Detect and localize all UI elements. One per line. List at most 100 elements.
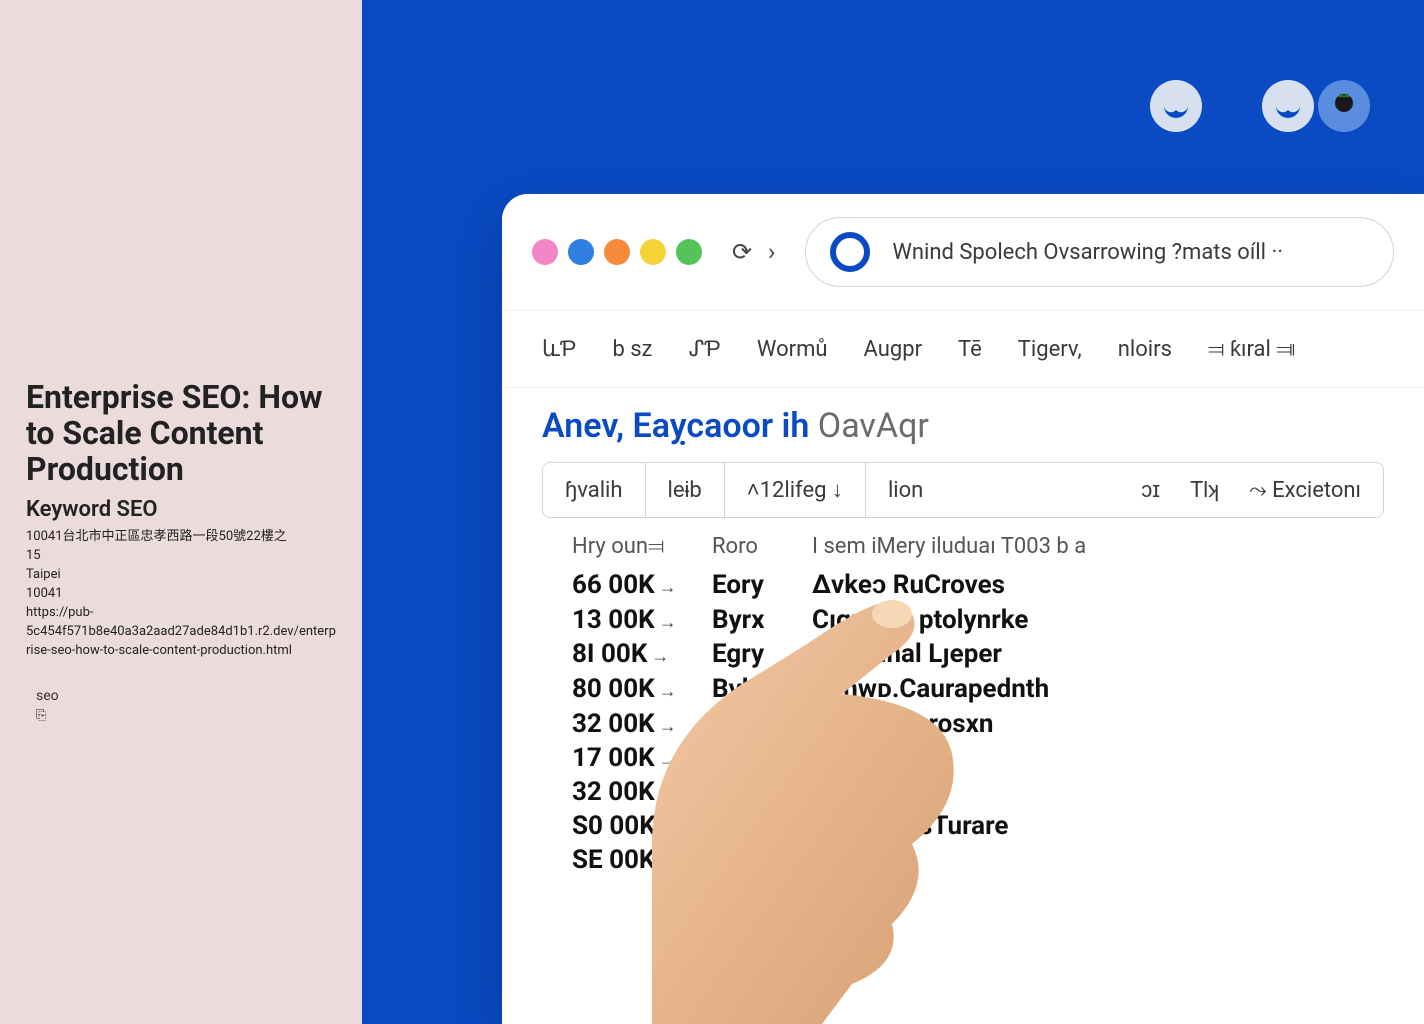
cell-value: Cllarsinal Lȷeper [812, 639, 1354, 669]
table-row[interactable]: S0 00K→ Nilly OhrepemsTurare [572, 811, 1354, 841]
arrow-icon: → [651, 646, 669, 667]
logo-glyph-2 [1206, 80, 1258, 132]
table-row[interactable]: 32 00K→ Bory Eowerave [572, 777, 1354, 807]
cell-value: Bory [712, 777, 792, 807]
meta-line-2: 15 [26, 547, 336, 566]
arrow-icon: → [659, 852, 677, 873]
meta-address: 10041台北市中正區忠孝西路一段50號22樓之 [26, 528, 336, 547]
window-dot-3[interactable] [604, 239, 630, 265]
cell-value: 32 00K [572, 777, 655, 807]
cell-value: 8I 00K [572, 639, 647, 669]
tab-4[interactable]: Augpr [864, 337, 923, 362]
sub-header-tail: OavAqr [818, 406, 929, 446]
arrow-icon: → [659, 681, 677, 702]
meta-zip: 10041 [26, 585, 336, 604]
cell-value: SE 00K [572, 845, 655, 875]
window-dot-2[interactable] [568, 239, 594, 265]
arrow-icon: → [659, 612, 677, 633]
filter-1[interactable]: leɨb [645, 463, 724, 517]
colhead-3[interactable]: I sem iMery iluduаı T003 b а [812, 534, 1354, 559]
cell-value: Dalywo [812, 743, 1354, 773]
tab-7[interactable]: nloirs [1118, 337, 1172, 362]
cell-value: Rylx [712, 743, 792, 773]
meta-url[interactable]: https://pub-5c454f571b8e40a3a2aad27ade84… [26, 604, 336, 661]
filter-2[interactable]: ˄12lifeg ↓ [724, 463, 865, 517]
address-text: Wnind Spolech Ovsarrowing ?mats oíll ·· [892, 240, 1283, 265]
table-row[interactable]: 8I 00K→ Egry Cllarsinal Lȷeper [572, 639, 1354, 669]
meta-city: Taipei [26, 566, 336, 585]
arrow-icon: → [659, 750, 677, 771]
tab-6[interactable]: Tigerv, [1018, 337, 1082, 362]
cell-value: Eory [712, 570, 792, 600]
cell-value: Ɛhalfowigrosxn [812, 708, 1354, 739]
cell-value: Bury [712, 709, 792, 739]
data-table: 66 00K→ Eory Δvkeɔ RuCroves 13 00K→ Byrx… [502, 563, 1424, 881]
site-icon [830, 232, 870, 272]
cell-value: 80 00K [572, 674, 655, 704]
cell-value: 13 00K [572, 605, 655, 635]
cell-value: Cıgneᴴlo ptolynrke [812, 604, 1354, 635]
cell-value: Eowerave [812, 777, 1354, 807]
right-canvas: ⟳ › Wnind Spolech Ovsarrowing ?mats oíll… [362, 0, 1424, 1024]
tab-5[interactable]: Tē [958, 337, 982, 362]
filter-4[interactable]: ᴐɪ [1141, 477, 1160, 503]
window-dot-5[interactable] [676, 239, 702, 265]
category-tabs: ևƤ b sᴢ ᔑƤ Wormů Augpr Tē Tigerv, nloirs… [502, 310, 1424, 388]
sub-header: Anev, Eaỵcaoor ih OavAqr [502, 388, 1424, 446]
cell-value: S0 00K [572, 811, 656, 841]
table-row[interactable]: 66 00K→ Eory Δvkeɔ RuCroves [572, 569, 1354, 600]
forward-icon[interactable]: › [768, 238, 775, 266]
tab-8[interactable]: ⫤ ƙıral ⫥ [1208, 336, 1295, 362]
address-bar[interactable]: Wnind Spolech Ovsarrowing ?mats oíll ·· [805, 217, 1394, 287]
browser-topbar: ⟳ › Wnind Spolech Ovsarrowing ?mats oíll… [502, 194, 1424, 310]
tab-2[interactable]: ᔑƤ [689, 336, 721, 362]
window-controls [532, 239, 702, 265]
table-row[interactable]: 32 00K→ Bury Ɛhalfowigrosxn [572, 708, 1354, 739]
cell-value: Byrx [712, 605, 792, 635]
filter-6[interactable]: ⤳ Excietonı [1249, 478, 1361, 503]
page-title: Enterprise SEO: How to Scale Content Pro… [26, 380, 336, 487]
filter-trail: ᴐɪ TƖʞ ⤳ Excietonı [945, 463, 1383, 517]
colhead-1[interactable]: Hry oun⫤ [572, 534, 692, 559]
logo-glyph-1 [1150, 80, 1202, 132]
cell-value: Ponwᴅ.Caurapednth [812, 673, 1354, 704]
table-row[interactable]: 80 00K→ Bylx Ponwᴅ.Caurapednth [572, 673, 1354, 704]
arrow-icon: → [659, 577, 677, 598]
table-row[interactable]: 13 00K→ Byrx Cıgneᴴlo ptolynrke [572, 604, 1354, 635]
table-row[interactable]: 17 00K→ Rylx Dalywo [572, 743, 1354, 773]
nav-icons: ⟳ › [732, 238, 775, 266]
arrow-icon: → [659, 716, 677, 737]
filter-0[interactable]: ɧvalih [543, 463, 645, 517]
cell-value: 17 00K [572, 743, 655, 773]
table-row[interactable]: SE 00K→ [572, 845, 1354, 875]
colhead-2[interactable]: Roro [712, 534, 792, 559]
reload-icon[interactable]: ⟳ [732, 238, 752, 266]
arrow-icon: → [660, 818, 678, 839]
page-subtitle: Keyword SEO [26, 497, 336, 522]
tab-1[interactable]: b sᴢ [612, 336, 652, 362]
sub-header-accent: Anev, Eaỵcaoor ih [542, 406, 809, 446]
tab-3[interactable]: Wormů [757, 337, 828, 362]
window-dot-1[interactable] [532, 239, 558, 265]
filter-3[interactable]: lion [865, 463, 945, 517]
left-sidebar: Enterprise SEO: How to Scale Content Pro… [0, 0, 362, 1024]
filter-5[interactable]: TƖʞ [1190, 477, 1219, 503]
column-header: Hry oun⫤ Roro I sem iMery iluduаı T003 b… [502, 518, 1424, 563]
cell-value: Δvkeɔ RuCroves [812, 569, 1354, 600]
seo-sub-icon: ⎘ [26, 708, 336, 723]
filter-bar: ɧvalih leɨb ˄12lifeg ↓ lion ᴐɪ TƖʞ ⤳ Exc… [542, 462, 1384, 518]
seo-chip: seo [26, 688, 336, 704]
cell-value: OhrepemsTurare [812, 811, 1354, 841]
cell-value: 32 00K [572, 709, 655, 739]
browser-window: ⟳ › Wnind Spolech Ovsarrowing ?mats oíll… [502, 194, 1424, 1024]
logo-glyph-3 [1262, 80, 1314, 132]
cell-value: Nilly [712, 811, 792, 841]
window-dot-4[interactable] [640, 239, 666, 265]
arrow-icon: → [659, 784, 677, 805]
cell-value: Bylx [712, 674, 792, 704]
logo-row [1150, 80, 1370, 132]
cell-value: Egry [712, 639, 792, 669]
logo-glyph-4 [1318, 80, 1370, 132]
cell-value: 66 00K [572, 570, 655, 600]
tab-0[interactable]: ևƤ [542, 336, 576, 362]
